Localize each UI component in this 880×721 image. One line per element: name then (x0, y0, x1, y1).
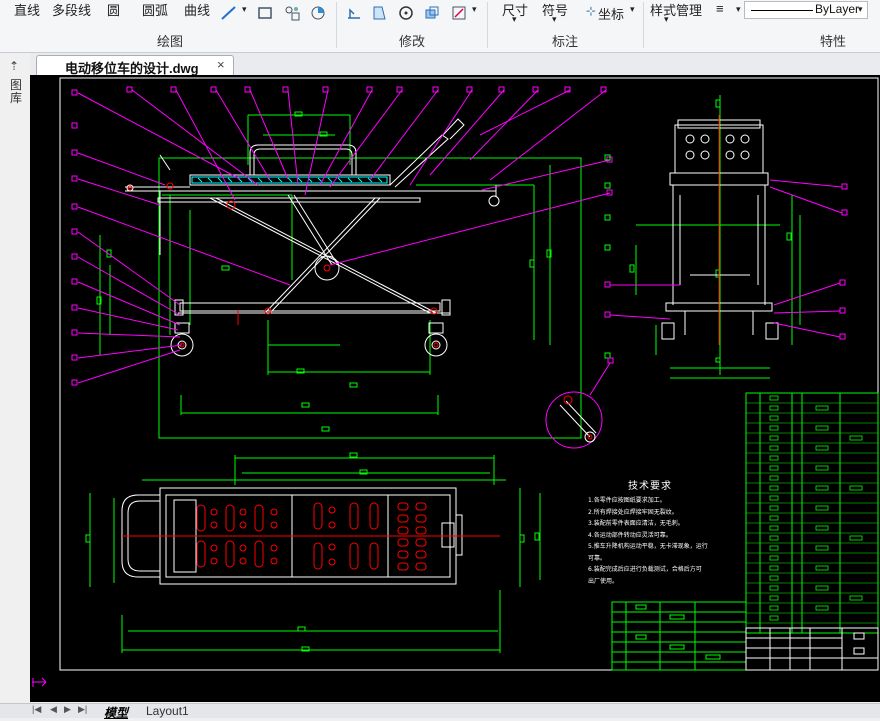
separator (487, 2, 488, 48)
move-icon[interactable] (345, 4, 363, 22)
separator (336, 2, 337, 48)
tech-note: 4.各运动部件转动应灵活可靠。 (588, 531, 672, 539)
next-tab-icon[interactable]: ▶ (64, 704, 71, 715)
last-tab-icon[interactable]: ▶| (78, 704, 87, 715)
polyline-tool[interactable]: 多段线 (52, 0, 91, 19)
parts-list (745, 392, 879, 634)
region-icon[interactable] (309, 4, 327, 22)
edit-icon[interactable] (450, 4, 468, 22)
panel-label-annotate: 标注 (552, 34, 579, 49)
chevron-down-icon[interactable]: ▾ (552, 14, 557, 25)
tech-note: 6.装配完成后应进行负载测试，合格后方可 (588, 566, 702, 573)
chevron-down-icon[interactable]: ▾ (664, 14, 669, 25)
document-tab[interactable]: 电动移位车的设计.dwg × (36, 55, 234, 76)
linetype-preview (751, 10, 813, 11)
close-icon[interactable]: × (217, 57, 225, 72)
tech-note: 5.推车升降机构运动平稳，无卡滞现象，运行 (588, 543, 708, 550)
top-view (85, 452, 541, 653)
tech-requirements-title: 技术要求 (628, 481, 672, 492)
cad-drawing[interactable] (30, 75, 880, 702)
chevron-down-icon[interactable]: ▾ (630, 4, 635, 15)
chevron-down-icon[interactable]: ▾ (472, 4, 477, 15)
tech-note: 1.各零件应按图纸要求加工。 (588, 497, 666, 504)
coordinate-icon: ⊹ (586, 4, 597, 18)
title-block (611, 601, 747, 671)
curve-tool[interactable]: 曲线 (184, 0, 210, 19)
chevron-down-icon[interactable]: ▾ (242, 4, 247, 15)
chevron-down-icon[interactable]: ▾ (512, 14, 517, 25)
linetype-value: ByLayer (815, 2, 860, 16)
ribbon: 直线 多段线 圆 圆弧 曲线 ▾ ▾ 尺寸 ▾ 符号 ▾ ⊹ 坐标 ▾ 样式管理… (0, 0, 880, 53)
side-view (71, 86, 613, 439)
separator (643, 2, 644, 48)
side-panel-label[interactable]: 图库 (10, 79, 24, 105)
panel-label-properties: 特性 (820, 34, 847, 49)
arc-tool[interactable]: 圆弧 (142, 0, 168, 19)
layout-tabbar: |◀ ◀ ▶ ▶| 模型 Layout1 (0, 703, 880, 721)
tech-note: 2.所有焊接处应焊接牢固无裂纹。 (588, 508, 678, 516)
chevron-down-icon[interactable]: ▾ (736, 4, 741, 15)
line-tool[interactable]: 直线 (14, 0, 40, 19)
tech-note: 3.装配前零件表面应清洁，无毛刺。 (588, 520, 684, 527)
linetype-select[interactable]: ByLayer (744, 1, 868, 19)
tab-layout1[interactable]: Layout1 (146, 704, 189, 718)
detail-view (545, 357, 614, 449)
hatch-icon[interactable] (283, 4, 301, 22)
rectangle-icon[interactable] (256, 4, 274, 22)
style-manager-button[interactable]: 样式管理 (650, 0, 702, 19)
first-tab-icon[interactable]: |◀ (32, 704, 41, 715)
copy-icon[interactable] (370, 4, 388, 22)
tech-note: 出厂使用。 (588, 577, 619, 585)
tech-requirements: 1.各零件应按图纸要求加工。 2.所有焊接处应焊接牢固无裂纹。 3.装配前零件表… (588, 495, 738, 587)
chevron-down-icon[interactable]: ▾ (858, 4, 863, 15)
panel-label-draw: 绘图 (157, 34, 184, 49)
coordinate-tool[interactable]: 坐标 (598, 4, 624, 23)
offset-icon[interactable] (423, 4, 441, 22)
lineweight-icon[interactable]: ≡ (716, 1, 724, 16)
title-block-right (745, 627, 879, 671)
circle-tool[interactable]: 圆 (107, 0, 120, 19)
pin-icon[interactable]: ⇡ (9, 59, 19, 73)
line-draw-icon[interactable] (220, 4, 238, 22)
side-panel: ⇡ 图库 (0, 53, 30, 703)
rotate-icon[interactable] (397, 4, 415, 22)
document-tabbar: 电动移位车的设计.dwg × (0, 53, 880, 76)
drawing-border (59, 77, 879, 671)
panel-label-modify: 修改 (399, 34, 426, 49)
prev-tab-icon[interactable]: ◀ (50, 704, 57, 715)
drawing-canvas[interactable]: 技术要求 1.各零件应按图纸要求加工。 2.所有焊接处应焊接牢固无裂纹。 3.装… (30, 75, 880, 702)
tab-model[interactable]: 模型 (104, 704, 128, 721)
front-view (604, 95, 848, 379)
ucs-icon (32, 677, 47, 687)
tech-note: 可靠。 (588, 554, 607, 562)
